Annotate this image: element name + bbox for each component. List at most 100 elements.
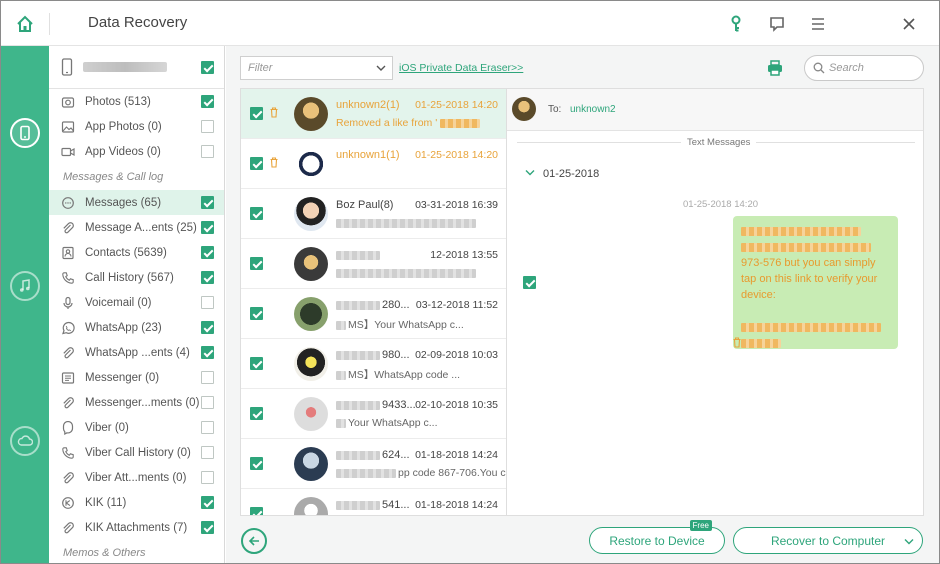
sidebar-item-icon-wrap: [61, 396, 75, 410]
message-checkbox[interactable]: [523, 276, 536, 289]
conversation-name: 280...: [336, 299, 410, 311]
sidebar-item-attachment[interactable]: Message A...ents (25): [49, 215, 224, 240]
attachment-icon: [63, 521, 74, 533]
viber-icon: [62, 420, 74, 435]
conversation-checkbox[interactable]: [250, 107, 263, 120]
chevron-down-icon: [525, 170, 535, 176]
home-button[interactable]: [1, 1, 49, 46]
mic-icon: [63, 296, 73, 309]
sidebar-item-checkbox[interactable]: [201, 221, 214, 234]
conversation-checkbox[interactable]: [250, 207, 263, 220]
attachment-icon: [63, 346, 74, 358]
rail-icloud-button[interactable]: [10, 426, 40, 456]
sidebar-item-checkbox[interactable]: [201, 496, 214, 509]
sidebar-item-video[interactable]: App Videos (0): [49, 139, 224, 164]
sidebar-item-contact[interactable]: Contacts (5639): [49, 240, 224, 265]
sidebar-item-icon-wrap: [61, 221, 75, 235]
sidebar-item-icon-wrap: [61, 496, 75, 510]
sidebar-item-checkbox[interactable]: [201, 145, 214, 158]
conversation-row[interactable]: 12-2018 13:55: [241, 239, 506, 289]
sidebar-item-photo[interactable]: Photos (513): [49, 89, 224, 114]
conversation-row[interactable]: Boz Paul(8) 03-31-2018 16:39: [241, 189, 506, 239]
conversation-checkbox[interactable]: [250, 507, 263, 515]
sidebar-item-checkbox[interactable]: [201, 246, 214, 259]
menu-button[interactable]: [807, 13, 829, 35]
conversation-row[interactable]: 280... 03-12-2018 11:52 MS】Your WhatsApp c…: [241, 289, 506, 339]
sidebar-item-checkbox[interactable]: [201, 346, 214, 359]
title-bar: Data Recovery: [1, 1, 939, 46]
sidebar-item-attachment[interactable]: Viber Att...ments (0): [49, 465, 224, 490]
sidebar-item-checkbox[interactable]: [201, 421, 214, 434]
sidebar-item-label: Contacts (5639): [85, 246, 167, 259]
conversation-checkbox[interactable]: [250, 457, 263, 470]
conversation-row[interactable]: unknown1(1) 01-25-2018 14:20: [241, 139, 506, 189]
attachment-icon: [63, 471, 74, 483]
avatar: [294, 447, 328, 481]
date-group-toggle[interactable]: 01-25-2018: [525, 168, 599, 180]
conversation-date: 01-18-2018 14:24: [415, 499, 498, 511]
conversation-row[interactable]: unknown2(1) 01-25-2018 14:20 Removed a lik…: [241, 89, 506, 139]
sidebar-item-checkbox[interactable]: [201, 120, 214, 133]
conversation-name: Boz Paul(8): [336, 199, 393, 211]
trash-icon[interactable]: [732, 337, 742, 348]
sidebar-item-checkbox[interactable]: [201, 296, 214, 309]
contact-icon: [62, 246, 74, 259]
main-area: Filter iOS Private Data Eraser>> Search …: [226, 46, 939, 563]
sidebar-item-mic[interactable]: Voicemail (0): [49, 290, 224, 315]
sidebar-item-label: KIK Attachments (7): [85, 521, 188, 534]
sidebar-item-attachment[interactable]: WhatsApp ...ents (4): [49, 340, 224, 365]
sidebar-item-chat[interactable]: Messages (65): [49, 190, 224, 215]
sidebar-item-checkbox[interactable]: [201, 321, 214, 334]
sidebar-item-checkbox[interactable]: [201, 521, 214, 534]
sidebar-item-viber[interactable]: Viber (0): [49, 415, 224, 440]
sidebar-item-image[interactable]: App Photos (0): [49, 114, 224, 139]
sidebar-item-checkbox[interactable]: [201, 196, 214, 209]
sidebar-item-messenger[interactable]: Messenger (0): [49, 365, 224, 390]
close-button[interactable]: [898, 13, 920, 35]
sidebar-item-kik[interactable]: KIK (11): [49, 490, 224, 515]
search-icon: [813, 62, 825, 74]
restore-to-device-button[interactable]: Restore to Device Free: [589, 520, 725, 554]
conversation-checkbox[interactable]: [250, 157, 263, 170]
sidebar-item-phone[interactable]: Call History (567): [49, 265, 224, 290]
sidebar-item-checkbox[interactable]: [201, 471, 214, 484]
recover-to-computer-button[interactable]: Recover to Computer: [733, 527, 923, 554]
sidebar-item-checkbox[interactable]: [201, 371, 214, 384]
sidebar-item-phone[interactable]: Viber Call History (0): [49, 440, 224, 465]
device-checkbox[interactable]: [201, 61, 214, 74]
conversation-row[interactable]: 980... 02-09-2018 10:03 MS】WhatsApp code .…: [241, 339, 506, 389]
conversation-checkbox[interactable]: [250, 307, 263, 320]
filter-dropdown[interactable]: Filter: [240, 56, 393, 80]
rail-device-button[interactable]: [10, 118, 40, 148]
conversation-row[interactable]: 9433... 02-10-2018 10:35 Your WhatsApp c..…: [241, 389, 506, 439]
sidebar-item-attachment[interactable]: KIK Attachments (7): [49, 515, 224, 540]
conversation-checkbox[interactable]: [250, 257, 263, 270]
search-input[interactable]: Search: [804, 55, 924, 81]
sidebar-item-checkbox[interactable]: [201, 271, 214, 284]
conversation-row[interactable]: 624... 01-18-2018 14:24 pp code 867-706.Yo…: [241, 439, 506, 489]
avatar: [294, 497, 328, 515]
sidebar-item-label: WhatsApp (23): [85, 321, 162, 334]
conversation-checkbox[interactable]: [250, 357, 263, 370]
print-icon[interactable]: [766, 59, 784, 77]
sidebar-item-attachment[interactable]: Messenger...ments (0): [49, 390, 224, 415]
sidebar-item-label: Messages (65): [85, 196, 162, 209]
trash-icon[interactable]: [269, 107, 279, 118]
sidebar-item-checkbox[interactable]: [201, 95, 214, 108]
conversation-name-text: unknown1(1): [336, 149, 400, 161]
ios-eraser-link[interactable]: iOS Private Data Eraser>>: [399, 62, 523, 74]
back-button[interactable]: [241, 528, 267, 554]
device-row[interactable]: [49, 46, 224, 89]
rail-itunes-button[interactable]: [10, 271, 40, 301]
conversation-name: unknown2(1): [336, 99, 400, 111]
sidebar-item-checkbox[interactable]: [201, 396, 214, 409]
trash-icon[interactable]: [269, 157, 279, 168]
sidebar-item-whatsapp[interactable]: WhatsApp (23): [49, 315, 224, 340]
chevron-down-icon[interactable]: [904, 538, 914, 546]
sidebar-item-checkbox[interactable]: [201, 446, 214, 459]
conversation-row[interactable]: 541... 01-18-2018 14:24: [241, 489, 506, 515]
key-button[interactable]: [725, 13, 747, 35]
feedback-button[interactable]: [766, 13, 788, 35]
conversation-checkbox[interactable]: [250, 407, 263, 420]
section-messages-calllog: Messages & Call log: [63, 171, 164, 183]
